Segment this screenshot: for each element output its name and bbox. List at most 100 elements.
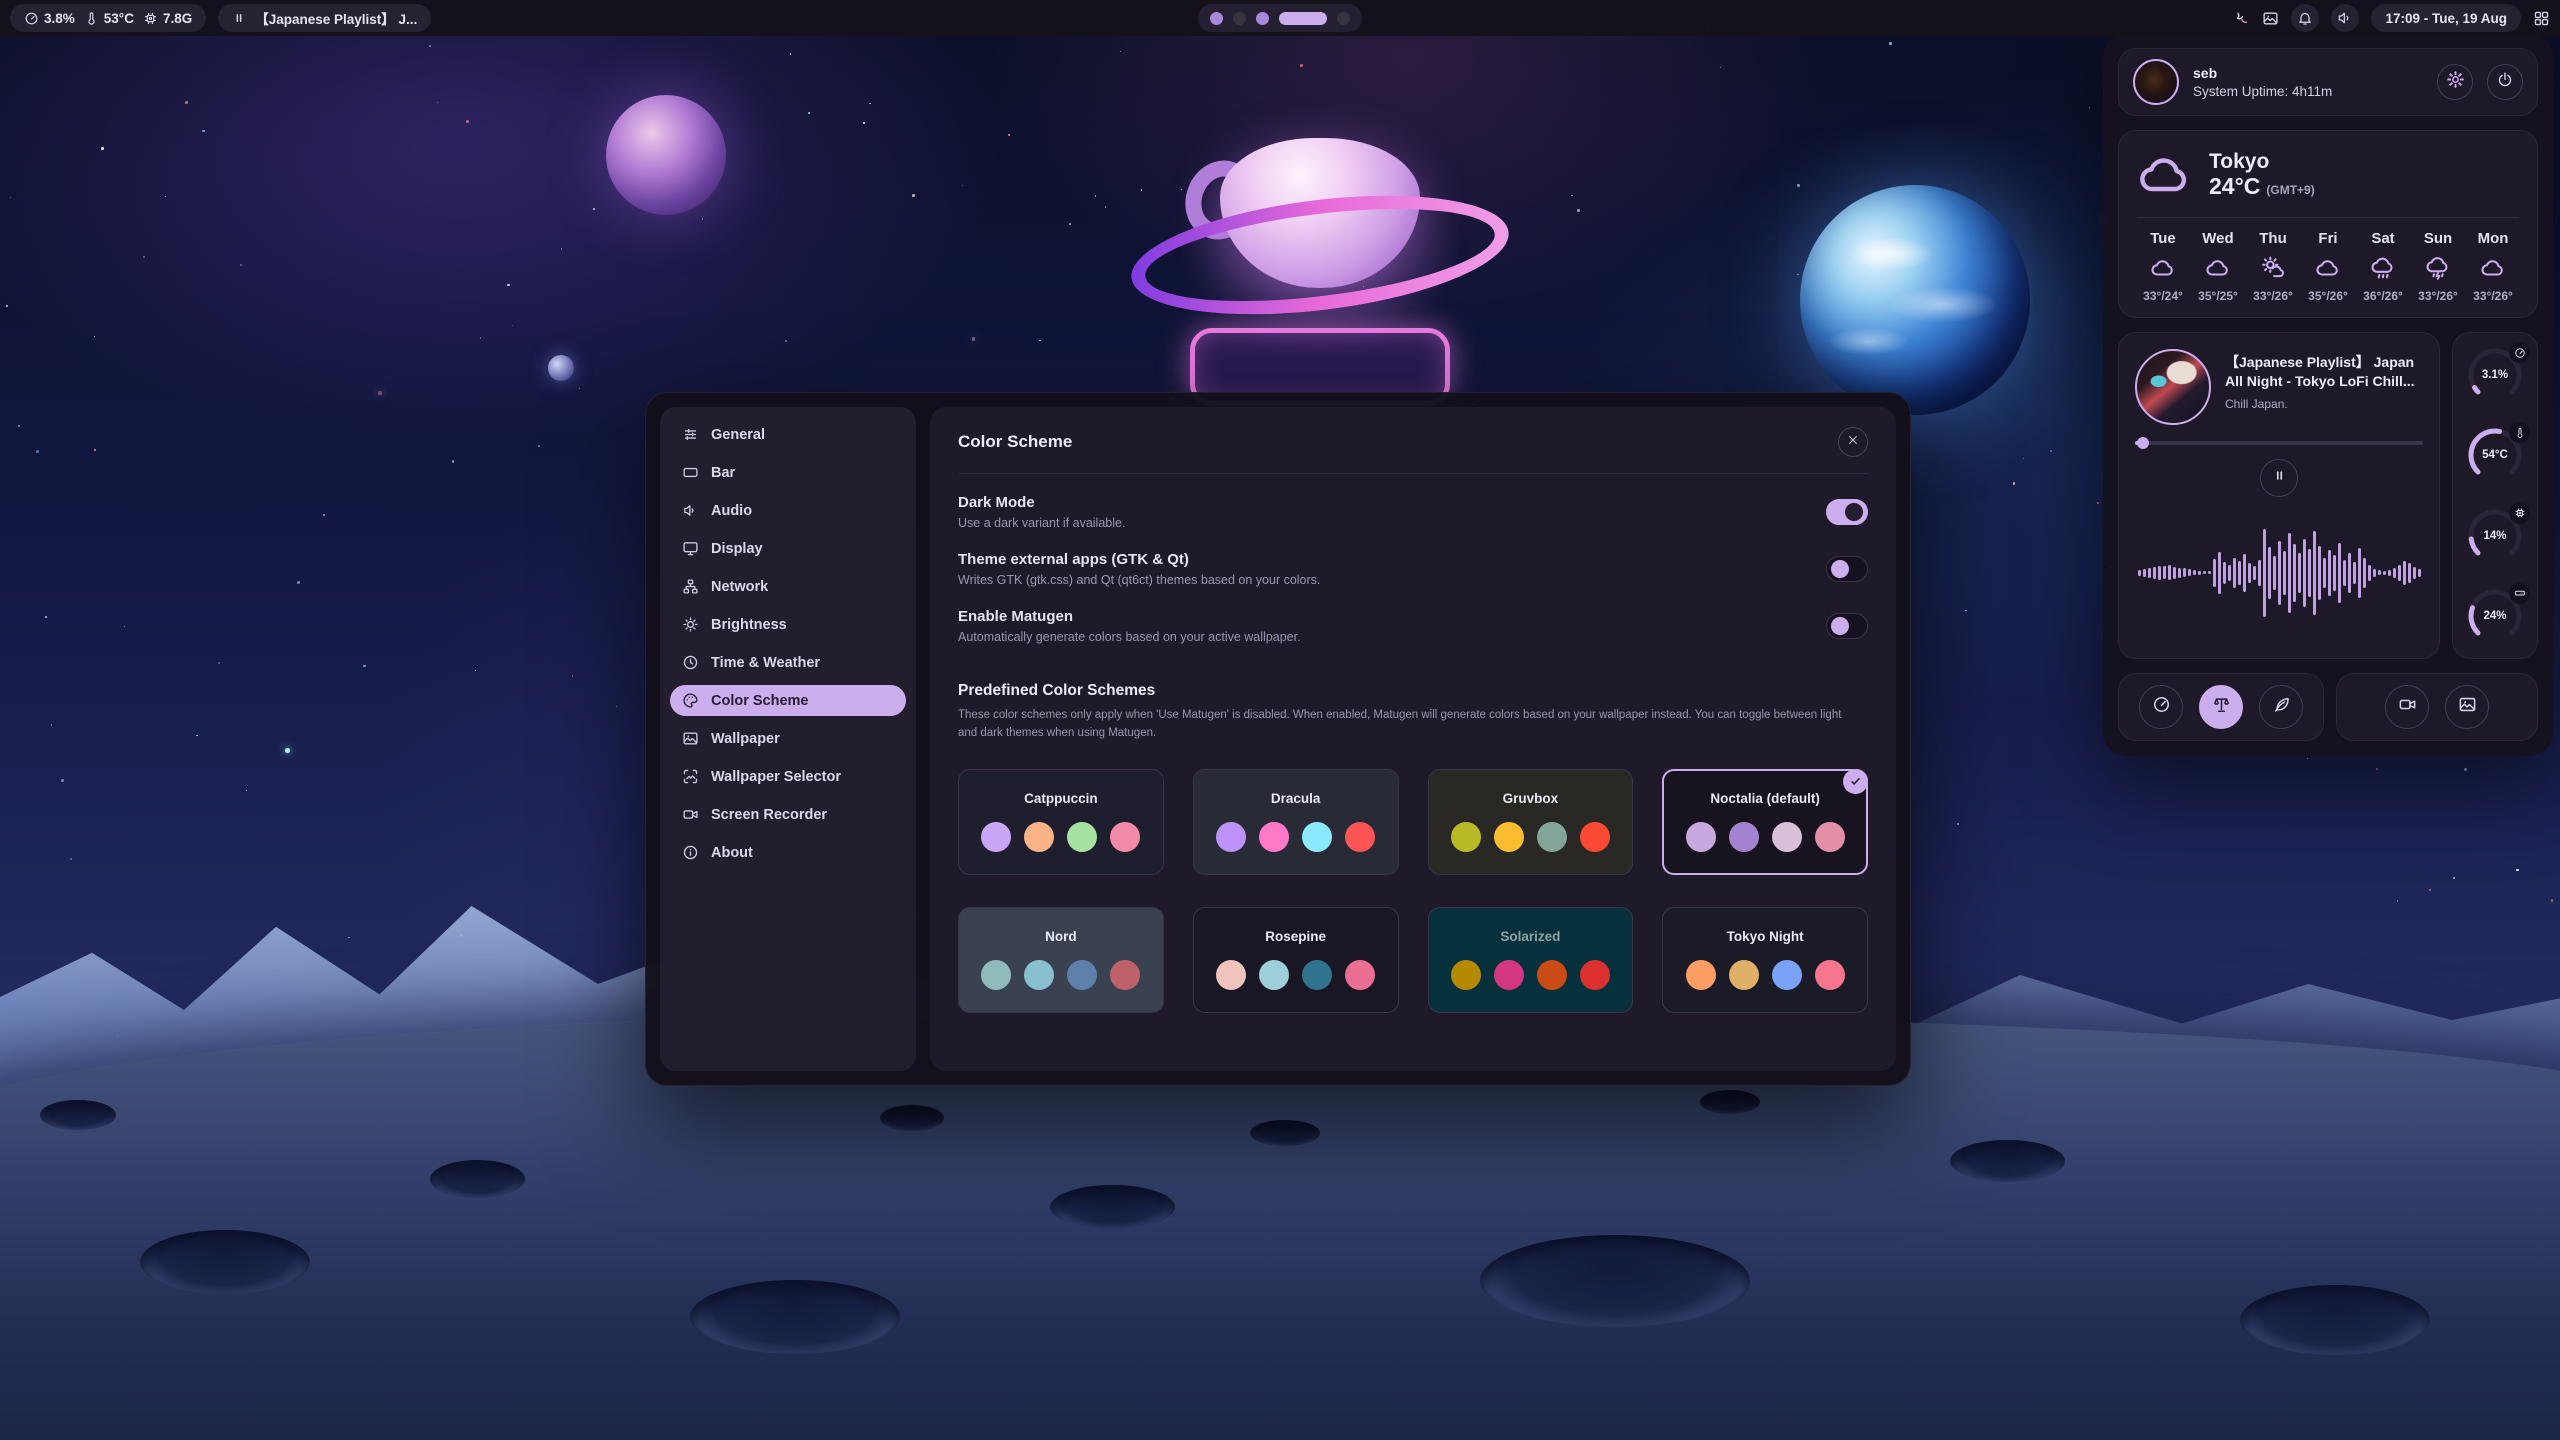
system-stats-pill[interactable]: 3.8% 53°C 7.8G bbox=[10, 4, 206, 32]
power-button[interactable] bbox=[2487, 64, 2523, 100]
sidebar-item-about[interactable]: About bbox=[670, 837, 906, 868]
forecast-temps: 33°/26° bbox=[2473, 289, 2513, 303]
balanced-profile-button[interactable] bbox=[2199, 685, 2243, 729]
scheme-swatches bbox=[1451, 822, 1610, 852]
suncloud-icon bbox=[2260, 255, 2286, 281]
visualizer-bar bbox=[2168, 565, 2171, 580]
setting-row-enable-matugen: Enable MatugenAutomatically generate col… bbox=[958, 608, 1868, 644]
visualizer-bar bbox=[2153, 567, 2156, 579]
app-launcher-icon[interactable] bbox=[2533, 10, 2550, 27]
close-icon bbox=[1845, 432, 1861, 453]
sidebar-item-general[interactable]: General bbox=[670, 419, 906, 450]
earth-planet bbox=[1800, 185, 2030, 415]
sidebar-item-label: Color Scheme bbox=[711, 693, 809, 709]
cloud-icon bbox=[2205, 255, 2231, 281]
forecast-day-label: Sat bbox=[2371, 230, 2394, 247]
color-swatch bbox=[981, 960, 1011, 990]
sidebar-item-display[interactable]: Display bbox=[670, 533, 906, 564]
rain-icon bbox=[2370, 255, 2396, 281]
visualizer-bar bbox=[2218, 552, 2221, 594]
scheme-card-catppuccin[interactable]: Catppuccin bbox=[958, 769, 1164, 875]
workspace-dot-3[interactable] bbox=[1256, 12, 1269, 25]
progress-handle[interactable] bbox=[2137, 437, 2149, 449]
sidebar-item-screen-recorder[interactable]: Screen Recorder bbox=[670, 799, 906, 830]
clock-pill[interactable]: 17:09 - Tue, 19 Aug bbox=[2371, 4, 2521, 32]
sidebar-item-wallpaper-selector[interactable]: Wallpaper Selector bbox=[670, 761, 906, 792]
gauge-icon bbox=[2509, 342, 2530, 363]
workspace-dot-2[interactable] bbox=[1233, 12, 1246, 25]
workspace-dot-4[interactable] bbox=[1279, 12, 1327, 25]
scheme-card-nord[interactable]: Nord bbox=[958, 907, 1164, 1013]
sidebar-item-color-scheme[interactable]: Color Scheme bbox=[670, 685, 906, 716]
sidebar-item-brightness[interactable]: Brightness bbox=[670, 609, 906, 640]
toggle-theme-external-apps-gtk-qt[interactable] bbox=[1826, 556, 1868, 582]
sidebar-item-network[interactable]: Network bbox=[670, 571, 906, 602]
sidebar-item-time-weather[interactable]: Time & Weather bbox=[670, 647, 906, 678]
forecast-day-label: Fri bbox=[2318, 230, 2337, 247]
wallpaper-button[interactable] bbox=[2445, 685, 2489, 729]
pause-icon bbox=[232, 11, 246, 25]
video-icon bbox=[2398, 695, 2417, 719]
visualizer-bar bbox=[2343, 560, 2346, 586]
scheme-swatches bbox=[1216, 822, 1375, 852]
sidebar-item-wallpaper[interactable]: Wallpaper bbox=[670, 723, 906, 754]
workspace-dot-1[interactable] bbox=[1210, 12, 1223, 25]
color-swatch bbox=[1772, 960, 1802, 990]
weather-temp: 24°C bbox=[2209, 173, 2260, 199]
performance-profile-button[interactable] bbox=[2139, 685, 2183, 729]
setting-title: Theme external apps (GTK & Qt) bbox=[958, 551, 1320, 568]
tray-app-icon[interactable] bbox=[2233, 10, 2250, 27]
color-swatch bbox=[1686, 960, 1716, 990]
visualizer-bar bbox=[2213, 559, 2216, 587]
scheme-card-noctalia-default[interactable]: Noctalia (default) bbox=[1662, 769, 1868, 875]
power-icon bbox=[2496, 71, 2514, 94]
cloud-icon bbox=[2315, 255, 2341, 281]
volume-icon[interactable] bbox=[2331, 4, 2359, 32]
scheme-card-tokyo-night[interactable]: Tokyo Night bbox=[1662, 907, 1868, 1013]
gauge-icon bbox=[2152, 695, 2171, 719]
forecast-day-label: Sun bbox=[2424, 230, 2452, 247]
visualizer-bar bbox=[2318, 546, 2321, 600]
visualizer-bar bbox=[2253, 566, 2256, 580]
workspace-dot-5[interactable] bbox=[1337, 12, 1350, 25]
scheme-card-rosepine[interactable]: Rosepine bbox=[1193, 907, 1399, 1013]
close-button[interactable] bbox=[1838, 427, 1868, 457]
page-title: Color Scheme bbox=[958, 432, 1072, 452]
scheme-card-gruvbox[interactable]: Gruvbox bbox=[1428, 769, 1634, 875]
color-swatch bbox=[1216, 960, 1246, 990]
powersaver-profile-button[interactable] bbox=[2259, 685, 2303, 729]
clock-icon bbox=[682, 654, 699, 671]
visualizer-bar bbox=[2363, 558, 2366, 588]
scheme-card-solarized[interactable]: Solarized bbox=[1428, 907, 1634, 1013]
scheme-name: Gruvbox bbox=[1503, 791, 1559, 806]
gauge-disk: 24% bbox=[2465, 586, 2525, 646]
sidebar-item-label: Display bbox=[711, 541, 763, 557]
scheme-card-dracula[interactable]: Dracula bbox=[1193, 769, 1399, 875]
tools-group bbox=[2336, 673, 2538, 741]
pause-button[interactable] bbox=[2260, 459, 2298, 497]
settings-window: General Bar Audio Display Network Brightness T… bbox=[645, 392, 1911, 1086]
workspace-indicator[interactable] bbox=[1198, 4, 1362, 32]
forecast-day-sun: Sun33°/26° bbox=[2412, 230, 2464, 303]
forecast-day-thu: Thu33°/26° bbox=[2247, 230, 2299, 303]
visualizer-bar bbox=[2358, 548, 2361, 598]
selected-check-badge bbox=[1843, 769, 1868, 794]
scheme-name: Noctalia (default) bbox=[1710, 791, 1820, 806]
toggle-list: Dark ModeUse a dark variant if available… bbox=[958, 494, 1868, 644]
toggle-dark-mode[interactable] bbox=[1826, 499, 1868, 525]
media-pill[interactable]: 【Japanese Playlist】 J... bbox=[218, 4, 431, 32]
visualizer-bar bbox=[2398, 565, 2401, 581]
wallpaper-tray-icon[interactable] bbox=[2262, 10, 2279, 27]
forecast-day-sat: Sat36°/26° bbox=[2357, 230, 2409, 303]
visualizer-bar bbox=[2178, 568, 2181, 578]
screen-recorder-button[interactable] bbox=[2385, 685, 2429, 729]
brightness-icon bbox=[682, 616, 699, 633]
sidebar-item-bar[interactable]: Bar bbox=[670, 457, 906, 488]
media-pill-label: 【Japanese Playlist】 J... bbox=[255, 8, 417, 28]
notifications-bell-icon[interactable] bbox=[2291, 4, 2319, 32]
settings-content: Color Scheme Dark ModeUse a dark variant… bbox=[930, 407, 1896, 1071]
toggle-enable-matugen[interactable] bbox=[1826, 613, 1868, 639]
sidebar-item-audio[interactable]: Audio bbox=[670, 495, 906, 526]
settings-button[interactable] bbox=[2437, 64, 2473, 100]
media-progress-bar[interactable] bbox=[2135, 441, 2423, 445]
